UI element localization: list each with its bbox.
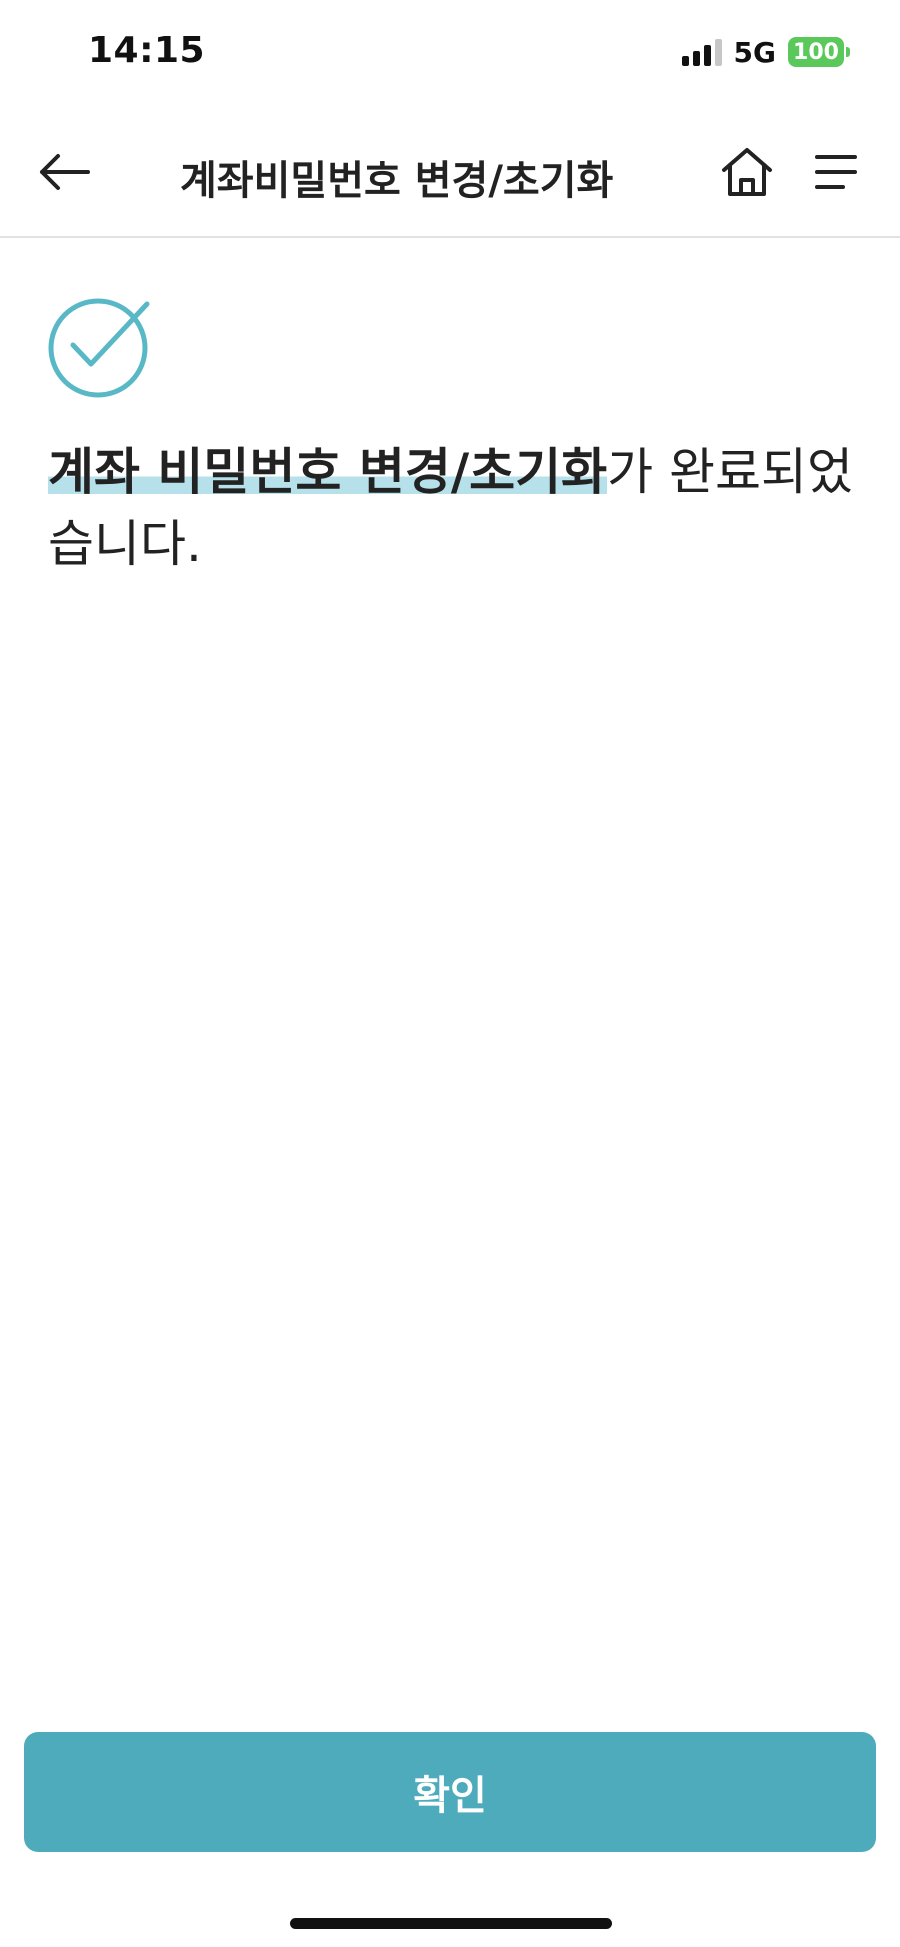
menu-button[interactable] — [804, 140, 868, 204]
network-label: 5G — [733, 35, 776, 69]
status-bar: 14:15 5G 100 — [0, 0, 900, 100]
check-circle-icon — [48, 298, 150, 398]
home-indicator — [290, 1918, 612, 1929]
app-header: 계좌비밀번호 변경/초기화 — [0, 110, 900, 238]
confirm-button[interactable]: 확인 — [24, 1732, 876, 1852]
status-time: 14:15 — [88, 30, 206, 71]
home-button[interactable] — [712, 140, 782, 204]
signal-icon — [681, 38, 722, 66]
battery-icon: 100 — [788, 37, 850, 67]
arrow-left-icon — [40, 154, 90, 190]
menu-icon — [815, 155, 857, 189]
message-highlight: 계좌 비밀번호 변경/초기화 — [48, 443, 608, 501]
status-indicators: 5G 100 — [681, 34, 850, 70]
back-button[interactable] — [32, 140, 96, 204]
page-title: 계좌비밀번호 변경/초기화 — [180, 158, 614, 204]
completion-message: 계좌 비밀번호 변경/초기화가 완료되었습니다. — [48, 436, 858, 580]
home-icon — [722, 148, 772, 196]
screen: 14:15 5G 100 계좌비밀번호 변경/초기화 계좌 비밀번호 변경/초기… — [0, 0, 900, 1947]
